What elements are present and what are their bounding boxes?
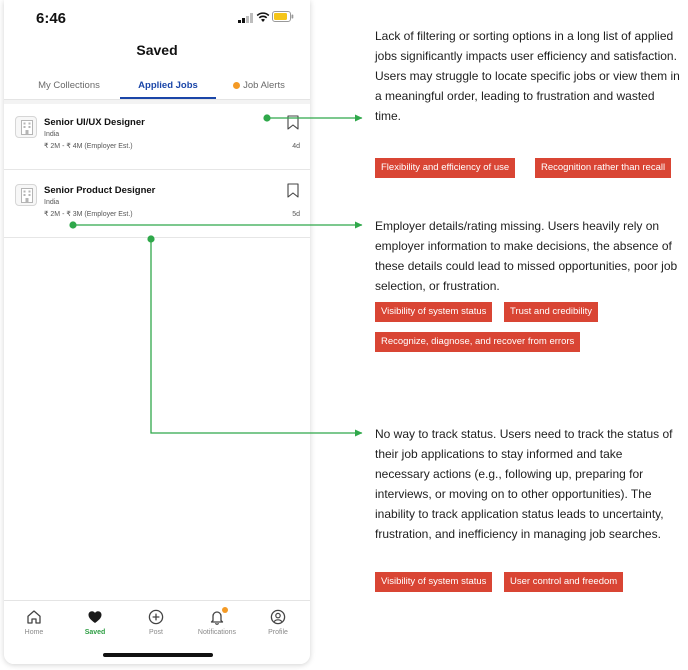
heuristic-tag: Recognition rather than recall bbox=[535, 158, 672, 178]
annotation-filtering-detail: Users may struggle to locate specific jo… bbox=[375, 69, 680, 123]
annotation-status-tracking-text: No way to track status. Users need to tr… bbox=[375, 427, 673, 541]
connector-3 bbox=[147, 235, 363, 437]
connector-1 bbox=[263, 114, 363, 122]
annotation-employer-details-text: Employer details/rating missing. Users h… bbox=[375, 219, 678, 293]
annotation-employer-details: Employer details/rating missing. Users h… bbox=[375, 216, 680, 296]
annotation-status-tracking: No way to track status. Users need to tr… bbox=[375, 424, 680, 544]
heuristic-tag: Flexibility and efficiency of use bbox=[375, 158, 516, 178]
heuristic-tag: Trust and credibility bbox=[504, 302, 599, 322]
heuristic-tag: Visibility of system status bbox=[375, 302, 493, 322]
annotation-filtering-text: Lack of filtering or sorting options in … bbox=[375, 29, 677, 63]
annotation-filtering: Lack of filtering or sorting options in … bbox=[375, 26, 680, 126]
heuristic-tag: Recognize, diagnose, and recover from er… bbox=[375, 332, 581, 352]
heuristic-tag: Visibility of system status bbox=[375, 572, 493, 592]
heuristic-tag: User control and freedom bbox=[504, 572, 624, 592]
connector-2 bbox=[69, 221, 363, 229]
